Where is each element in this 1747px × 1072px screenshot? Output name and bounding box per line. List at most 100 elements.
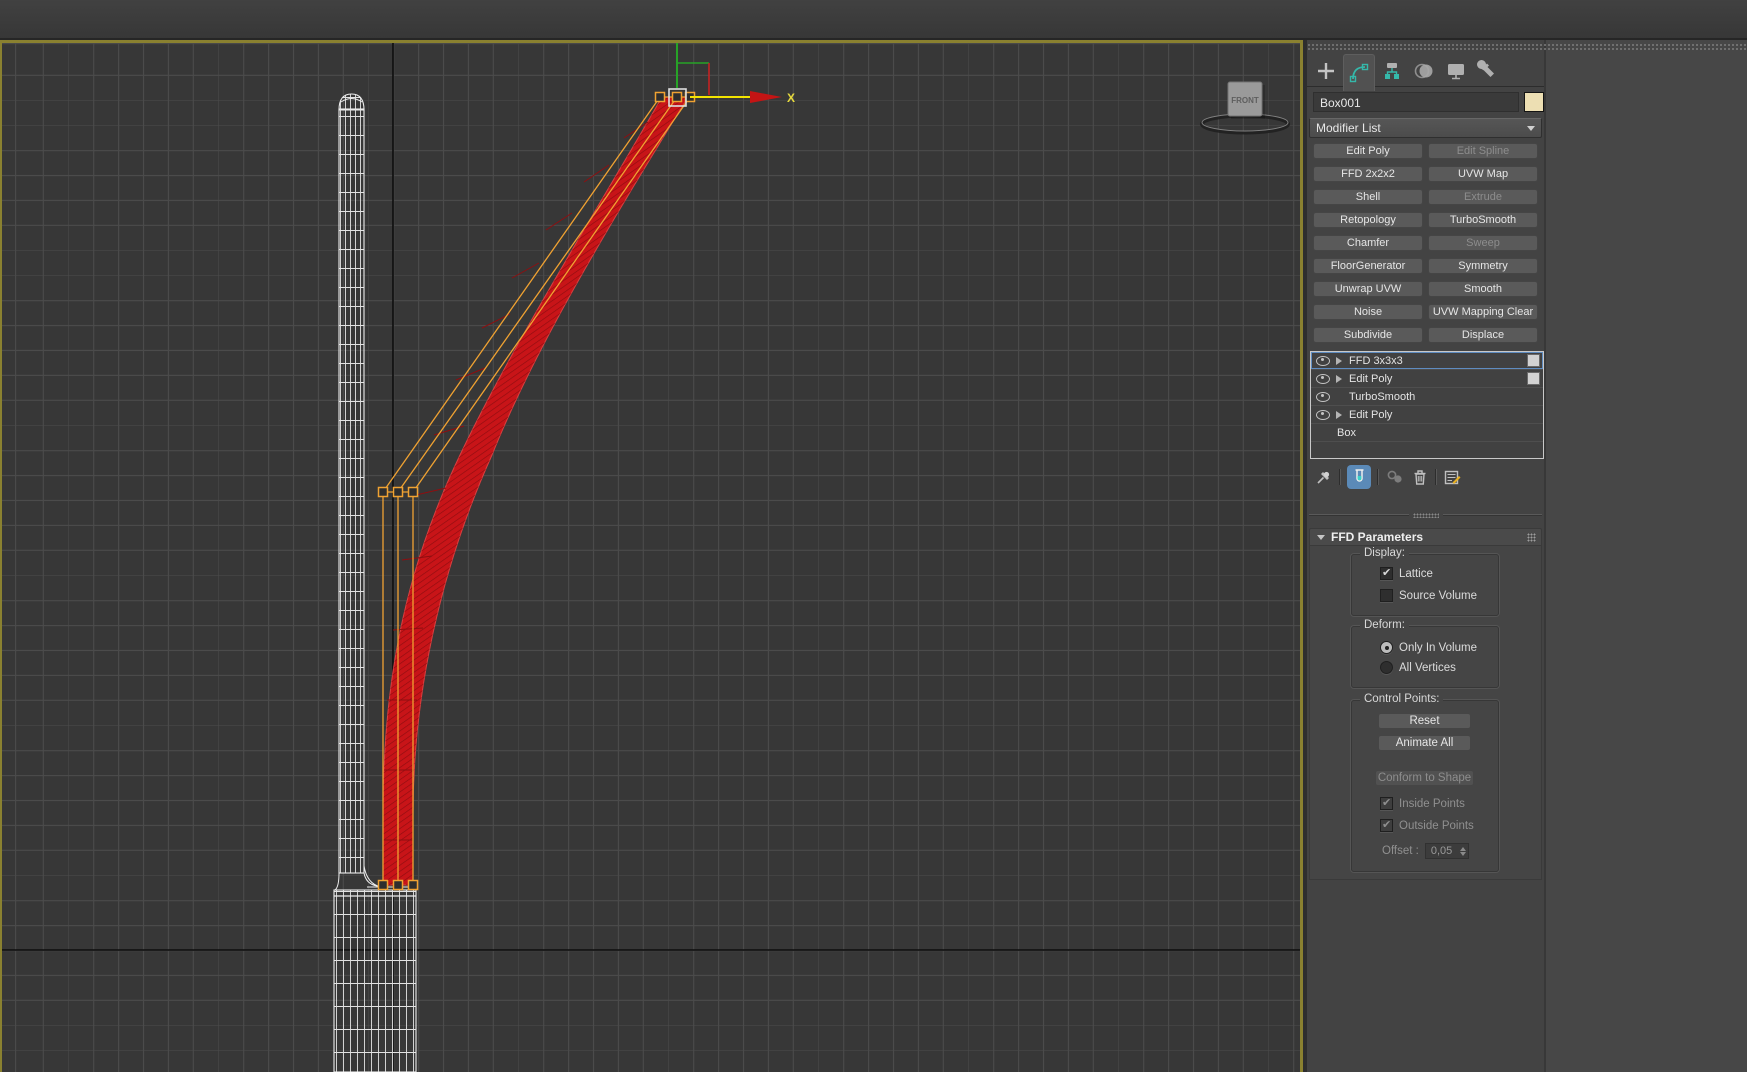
offset-row: Offset : 0,05 <box>1382 843 1469 859</box>
all-vertices-radio-row[interactable]: All Vertices <box>1380 661 1456 674</box>
outside-points-checkbox-row[interactable]: Outside Points <box>1380 818 1474 832</box>
checkbox-checked-icon[interactable] <box>1380 818 1393 832</box>
subdivide-button[interactable]: Subdivide <box>1313 327 1423 343</box>
ffd-lattice[interactable] <box>379 96 694 885</box>
radio-unselected-icon[interactable] <box>1380 661 1393 674</box>
tab-hierarchy[interactable] <box>1377 54 1407 88</box>
remove-modifier-icon <box>1414 470 1426 485</box>
edit-spline-button[interactable]: Edit Spline <box>1428 143 1538 159</box>
radio-selected-icon[interactable] <box>1380 641 1393 654</box>
stack-row-turbosmooth[interactable]: TurboSmooth <box>1311 388 1543 406</box>
only-in-volume-radio-row[interactable]: Only In Volume <box>1380 641 1477 654</box>
create-icon <box>1318 63 1334 79</box>
tab-modify[interactable] <box>1343 54 1375 91</box>
deform-group-label: Deform: <box>1360 619 1409 631</box>
checkbox-checked-icon[interactable] <box>1380 796 1393 810</box>
expand-arrow-icon[interactable] <box>1336 356 1342 365</box>
make-unique-icon <box>1387 470 1402 483</box>
gizmo-x-arrowhead[interactable] <box>750 91 782 103</box>
utilities-icon <box>1477 60 1494 77</box>
make-unique-button[interactable] <box>1385 468 1405 486</box>
command-panel-tabs <box>1307 52 1544 91</box>
command-panel: Box001 Modifier List Edit Poly Edit Spli… <box>1307 40 1747 1072</box>
motion-icon <box>1414 63 1433 79</box>
expand-arrow-icon[interactable] <box>1336 410 1342 419</box>
displace-button[interactable]: Displace <box>1428 327 1538 343</box>
wireframe-pole[interactable] <box>333 93 417 1072</box>
eye-icon[interactable] <box>1316 373 1330 384</box>
edit-poly-button[interactable]: Edit Poly <box>1313 143 1423 159</box>
offset-label: Offset : <box>1382 845 1419 857</box>
tab-utilities[interactable] <box>1473 54 1503 88</box>
expand-arrow-icon[interactable] <box>1336 374 1342 383</box>
collapse-arrow-icon <box>1317 534 1325 540</box>
chamfer-button[interactable]: Chamfer <box>1313 235 1423 251</box>
offset-spinner[interactable]: 0,05 <box>1424 843 1469 859</box>
reset-button[interactable]: Reset <box>1378 713 1471 729</box>
eye-icon[interactable] <box>1316 409 1330 420</box>
stack-row-ffd-3x3x3[interactable]: FFD 3x3x3 <box>1311 352 1543 370</box>
floorgenerator-button[interactable]: FloorGenerator <box>1313 258 1423 274</box>
stack-row-empty <box>1311 442 1543 459</box>
spinner-arrows-icon[interactable] <box>1459 845 1466 857</box>
panel-empty-area <box>1544 40 1747 1072</box>
animate-all-button[interactable]: Animate All <box>1378 735 1471 751</box>
control-points-group-label: Control Points: <box>1360 693 1444 705</box>
stack-row-label: FFD 3x3x3 <box>1349 354 1403 367</box>
ffd-parameters-rollout-body: Display: Lattice Source Volume Deform: O… <box>1309 546 1542 880</box>
uvw-mapping-clear-button[interactable]: UVW Mapping Clear <box>1428 304 1538 320</box>
eye-icon[interactable] <box>1316 355 1330 366</box>
modifier-list-dropdown[interactable]: Modifier List <box>1309 118 1542 138</box>
modify-icon <box>1349 63 1369 83</box>
remove-modifier-button[interactable] <box>1411 468 1429 486</box>
object-color-swatch[interactable] <box>1524 92 1544 112</box>
configure-modifier-sets-button[interactable] <box>1443 468 1462 486</box>
object-name-field[interactable]: Box001 <box>1313 92 1519 112</box>
offset-value: 0,05 <box>1430 845 1453 857</box>
lattice-checkbox-row[interactable]: Lattice <box>1380 566 1433 580</box>
panel-drag-handle[interactable] <box>1307 43 1747 50</box>
retopology-button[interactable]: Retopology <box>1313 212 1423 228</box>
lattice-label: Lattice <box>1399 567 1433 580</box>
front-viewport[interactable]: X FRONT <box>0 40 1303 1072</box>
stack-row-box[interactable]: Box <box>1311 424 1543 442</box>
tab-motion[interactable] <box>1409 54 1439 88</box>
toolbar-separator <box>1377 469 1379 485</box>
extrude-button[interactable]: Extrude <box>1428 189 1538 205</box>
modifier-thumbnail-square[interactable] <box>1527 354 1540 367</box>
eye-icon[interactable] <box>1316 391 1330 402</box>
unwrap-uvw-button[interactable]: Unwrap UVW <box>1313 281 1423 297</box>
stack-row-edit-poly-top[interactable]: Edit Poly <box>1311 370 1543 388</box>
inside-points-checkbox-row[interactable]: Inside Points <box>1380 796 1465 810</box>
conform-to-shape-button[interactable]: Conform to Shape <box>1375 770 1474 786</box>
grip-dots-icon <box>1412 512 1439 518</box>
shell-button[interactable]: Shell <box>1313 189 1423 205</box>
source-volume-checkbox-row[interactable]: Source Volume <box>1380 589 1477 602</box>
stack-toolbar <box>1307 464 1544 490</box>
tab-display[interactable] <box>1441 54 1471 88</box>
viewcube[interactable]: FRONT <box>1200 81 1290 135</box>
pin-stack-button[interactable] <box>1315 468 1333 486</box>
rollout-grip-icon[interactable] <box>1527 532 1536 542</box>
uvw-map-button[interactable]: UVW Map <box>1428 166 1538 182</box>
show-end-result-button[interactable] <box>1347 465 1371 489</box>
display-icon <box>1448 64 1464 80</box>
rollout-resize-handle[interactable] <box>1309 512 1542 518</box>
active-viewport-border-left <box>0 40 2 1072</box>
checkbox-checked-icon[interactable] <box>1380 566 1393 580</box>
smooth-button[interactable]: Smooth <box>1428 281 1538 297</box>
modifier-thumbnail-square[interactable] <box>1527 372 1540 385</box>
control-points-group: Control Points: Reset Animate All Confor… <box>1351 693 1499 872</box>
stack-row-edit-poly-bottom[interactable]: Edit Poly <box>1311 406 1543 424</box>
noise-button[interactable]: Noise <box>1313 304 1423 320</box>
sweep-button[interactable]: Sweep <box>1428 235 1538 251</box>
checkbox-unchecked-icon[interactable] <box>1380 589 1393 602</box>
ffd-control-points[interactable] <box>377 91 696 891</box>
ffd-2x2x2-button[interactable]: FFD 2x2x2 <box>1313 166 1423 182</box>
symmetry-button[interactable]: Symmetry <box>1428 258 1538 274</box>
red-arm-mesh[interactable] <box>382 96 689 886</box>
turbosmooth-button[interactable]: TurboSmooth <box>1428 212 1538 228</box>
tab-create[interactable] <box>1311 54 1341 88</box>
ffd-parameters-rollout-header[interactable]: FFD Parameters <box>1309 528 1542 546</box>
toolbar-separator <box>1339 469 1341 485</box>
